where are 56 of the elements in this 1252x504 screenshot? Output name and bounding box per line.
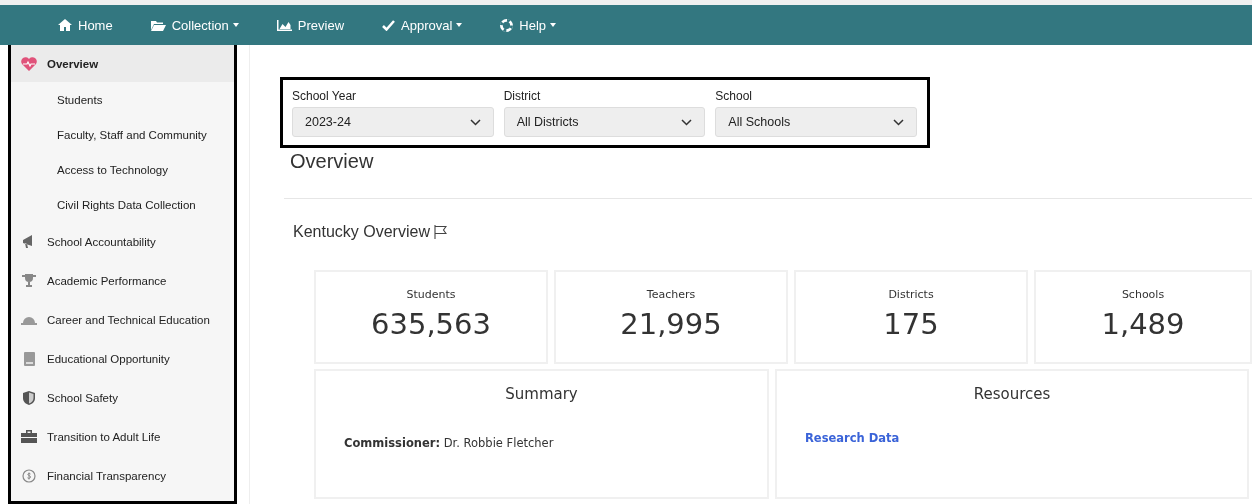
nav-link[interactable]: Help (500, 17, 557, 33)
card-title: Resources (973, 385, 1051, 403)
sidebar-subitem[interactable]: Students (11, 82, 234, 117)
resource-link[interactable]: Research Data (805, 431, 900, 445)
dropdown-select[interactable]: 2023-24 (292, 107, 494, 137)
stat-label: Districts (888, 288, 934, 301)
hardhat-icon (21, 314, 37, 325)
briefcase-icon (21, 430, 37, 443)
flag-icon (433, 225, 447, 239)
shield-icon (21, 390, 37, 405)
dollar-coin-icon (21, 468, 37, 483)
sidebar-item[interactable]: School Safety (11, 378, 234, 417)
page-title: Overview (290, 150, 375, 173)
stat-value: 635,563 (371, 307, 491, 341)
section-title: Kentucky Overview (293, 223, 430, 241)
caret-icon (456, 23, 463, 27)
book-icon (21, 351, 37, 366)
card-title: Summary (505, 385, 578, 403)
folder-icon (150, 19, 166, 31)
stat-label: Teachers (646, 288, 696, 301)
chevron-down-icon (893, 118, 904, 126)
chart-icon (276, 19, 292, 31)
sidebar-item[interactable]: Overview (11, 45, 234, 82)
dropdown-select[interactable]: All Districts (503, 107, 706, 137)
stat-value: 175 (883, 307, 939, 341)
chevron-down-icon (681, 118, 693, 126)
chevron-down-icon (469, 118, 481, 126)
lifebuoy-icon (500, 18, 514, 32)
filter-label: District (503, 89, 542, 103)
sidebar-item[interactable]: Educational Opportunity (11, 339, 234, 378)
checkmark-icon (382, 19, 396, 31)
nav-link[interactable]: Home (58, 17, 113, 33)
summary-line: Commissioner: Dr. Robbie Fletcher (344, 436, 555, 450)
sidebar-subitem[interactable]: Access to Technology (11, 152, 234, 187)
dropdown-select[interactable]: All Schools (715, 107, 917, 137)
sidebar-item[interactable]: Academic Performance (11, 261, 234, 300)
stat-value: 1,489 (1101, 307, 1185, 341)
filter-label: School Year (292, 89, 358, 103)
sidebar-subitem[interactable]: Civil Rights Data Collection (11, 187, 234, 222)
sidebar-item[interactable]: Career and Technical Education (11, 300, 234, 339)
caret-icon (550, 23, 557, 27)
stat-label: Students (406, 288, 456, 301)
home-icon (58, 19, 72, 31)
caret-icon (232, 23, 239, 27)
trophy-icon (21, 274, 37, 287)
stat-value: 21,995 (620, 307, 722, 341)
sidebar-item[interactable]: Financial Transparency (11, 456, 234, 495)
sidebar-subitem[interactable]: Faculty, Staff and Community (11, 117, 234, 152)
sidebar-item[interactable]: Transition to Adult Life (11, 417, 234, 456)
stat-label: Schools (1121, 288, 1165, 301)
nav-link[interactable]: Preview (276, 17, 345, 33)
heart-pulse-icon (21, 56, 37, 71)
sidebar-item[interactable]: School Accountability (11, 222, 234, 261)
nav-link[interactable]: Approval (382, 17, 463, 33)
filter-label: School (715, 89, 754, 103)
nav-link[interactable]: Collection (150, 17, 239, 33)
